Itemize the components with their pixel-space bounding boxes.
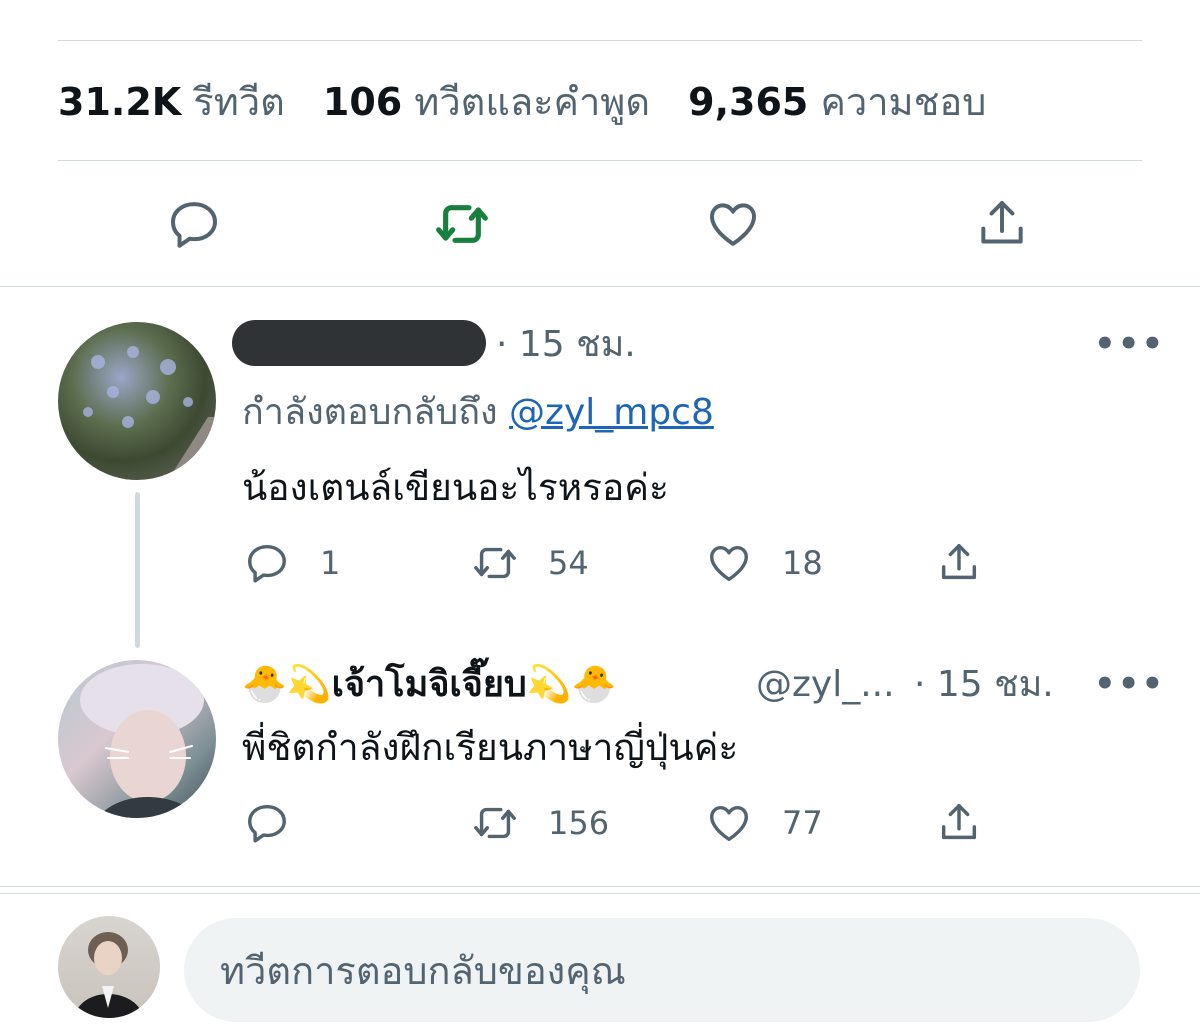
reply-input[interactable] [218, 918, 1102, 1024]
reply-count: 1 [320, 544, 341, 582]
display-name[interactable]: 🐣💫เจ้าโมจิเจี๊ยบ💫🐣 [242, 660, 616, 710]
share-icon [941, 544, 977, 580]
reply-composer[interactable] [184, 918, 1140, 1024]
reply-icon [248, 804, 286, 843]
retweet-button[interactable] [432, 194, 492, 254]
retweet-icon [474, 547, 516, 579]
user-handle[interactable]: @zyl_... [756, 662, 895, 708]
composer-divider [0, 893, 1200, 894]
like-count: 77 [782, 804, 823, 842]
retweets-stat[interactable]: 31.2K รีทวีต [58, 80, 323, 124]
flower-bush-image [83, 346, 216, 480]
share-button[interactable] [936, 540, 982, 586]
thread-bottom-divider [0, 886, 1200, 887]
avatar[interactable] [58, 322, 216, 480]
heart-icon [710, 203, 756, 246]
retweet-count: 54 [548, 544, 589, 582]
share-button[interactable] [936, 800, 982, 846]
quotes-count: 106 [322, 80, 403, 124]
reply-icon [248, 544, 286, 583]
reply-button[interactable]: 1 [244, 540, 340, 586]
reply-button[interactable] [244, 800, 320, 846]
like-button[interactable] [703, 194, 763, 254]
likes-label: ความชอบ [820, 80, 987, 124]
tweet-text: พี่ชิตกำลังฝึกเรียนภาษาญี่ปุ่นค่ะ [242, 726, 739, 769]
more-options-button[interactable]: ••• [1094, 664, 1165, 704]
quotes-stat[interactable]: 106 ทวีตและคำพูด [323, 80, 688, 124]
engagement-stats: 31.2K รีทวีต 106 ทวีตและคำพูด 9,365 ความ… [58, 78, 1012, 126]
like-count: 18 [782, 544, 823, 582]
retweet-count: 156 [548, 804, 610, 842]
like-button[interactable]: 18 [706, 540, 823, 586]
retweets-count: 31.2K [58, 80, 182, 124]
retweet-button[interactable]: 54 [472, 540, 589, 586]
stats-divider [58, 160, 1142, 161]
more-options-button[interactable]: ••• [1094, 324, 1165, 364]
reply-button[interactable] [164, 194, 224, 254]
mention-link[interactable]: @zyl_mpc8 [509, 392, 714, 433]
heart-icon [710, 805, 748, 842]
replying-to-label: กำลังตอบกลับถึง [242, 392, 498, 433]
portrait-image [80, 664, 204, 818]
redacted-display-name [232, 320, 486, 366]
retweets-label: รีทวีต [193, 80, 285, 124]
actions-divider [0, 286, 1200, 287]
replying-to: กำลังตอบกลับถึง @zyl_mpc8 [242, 390, 714, 436]
avatar[interactable] [58, 660, 216, 818]
retweet-button[interactable]: 156 [472, 800, 609, 846]
share-icon [981, 201, 1023, 244]
like-button[interactable]: 77 [706, 800, 823, 846]
tweet-text: น้องเตนล์เขียนอะไรหรอค่ะ [242, 466, 669, 509]
retweet-icon [436, 205, 488, 243]
share-icon [941, 804, 977, 840]
likes-stat[interactable]: 9,365 ความชอบ [688, 80, 1012, 124]
heart-icon [710, 545, 748, 582]
retweet-icon [474, 807, 516, 839]
reply-time: · 15 ชม. [914, 664, 1054, 705]
quotes-label: ทวีตและคำพูด [414, 80, 651, 124]
reply-icon [171, 202, 217, 248]
reply-time: · 15 ชม. [496, 324, 636, 365]
portrait-image [74, 932, 144, 1018]
likes-count: 9,365 [688, 80, 809, 124]
current-user-avatar[interactable] [58, 916, 160, 1018]
share-button[interactable] [972, 194, 1032, 254]
top-divider [58, 40, 1142, 41]
thread-line [135, 492, 140, 648]
